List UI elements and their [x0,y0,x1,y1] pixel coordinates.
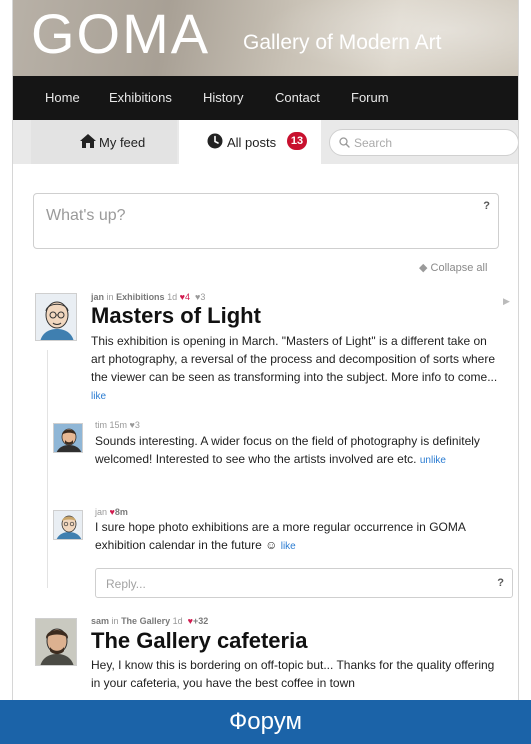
tab-my-feed-label: My feed [99,135,146,150]
site-tagline: Gallery of Modern Art [243,31,442,54]
nav-item-home[interactable]: Home [45,90,80,106]
comment-age: 15m [109,420,128,430]
post-body: This exhibition is opening in March. "Ma… [91,332,503,406]
search-input[interactable]: Search [329,129,518,156]
post-age: 1d [167,292,178,302]
like-link[interactable]: like [281,541,296,552]
main-nav: Home Exhibitions History Contact Forum [13,76,518,120]
site-header: GOMA Gallery of Modern Art [13,0,518,76]
collapse-all-label: Collapse all [430,262,488,274]
post-body-text: This exhibition is opening in March. "Ma… [91,334,498,384]
app-frame: GOMA Gallery of Modern Art Home Exhibiti… [12,0,519,700]
post-author[interactable]: jan [91,292,104,302]
unread-count-badge: 13 [287,132,307,150]
comment-meta: jan ♥8m [95,507,128,518]
post-in-word: in [111,616,119,626]
tab-my-feed[interactable]: My feed [31,120,177,164]
comment-like-count: 3 [134,420,140,430]
thread-line [47,350,48,588]
post-body: Hey, I know this is bordering on off-top… [91,658,495,690]
comment-author[interactable]: jan [95,507,107,517]
nav-item-forum[interactable]: Forum [351,90,389,106]
avatar-tim-image [54,424,82,452]
post-in-word: in [106,292,114,302]
comment-age: 8m [114,507,128,517]
unlike-link[interactable]: unlike [420,455,446,466]
reply-help-icon[interactable]: ? [497,577,504,589]
post-meta: jan in Exhibitions 1d ♥4 ♥3 [91,292,205,303]
comment-body: Sounds interesting. A wider focus on the… [95,432,507,470]
diamond-icon: ◆ [419,262,428,274]
post-heart-count: 4 [184,292,190,302]
home-icon [80,134,96,148]
nav-item-contact[interactable]: Contact [275,90,320,106]
post-author[interactable]: sam [91,616,109,626]
like-link[interactable]: like [91,391,106,402]
avatar-jan-image [36,294,76,340]
caption-bar: Форум [0,700,531,744]
avatar-jan-small[interactable] [53,510,83,540]
compose-placeholder: What's up? [46,207,126,224]
search-placeholder: Search [354,136,393,150]
nav-item-exhibitions[interactable]: Exhibitions [109,90,172,106]
compose-post-input[interactable]: What's up? ? [33,193,499,249]
tab-all-posts[interactable]: All posts 13 [179,120,321,164]
feed-tabs: My feed All posts 13 Search [13,120,518,164]
clock-icon [207,133,223,149]
post-title[interactable]: The Gallery cafeteria [91,628,307,654]
nav-item-history[interactable]: History [203,90,243,106]
avatar-jan[interactable] [35,293,77,341]
compose-help-icon[interactable]: ? [483,200,490,212]
post-category[interactable]: The Gallery [121,616,170,626]
avatar-sam-image [36,619,76,665]
tab-all-posts-label: All posts [227,135,277,150]
reply-input[interactable]: Reply... ? [95,568,513,598]
avatar-jan-small-image [54,511,82,539]
reply-placeholder: Reply... [106,577,146,591]
post-category[interactable]: Exhibitions [116,292,165,302]
post-heart-count: +32 [192,616,209,626]
caption-text: Форум [229,708,302,735]
site-logo[interactable]: GOMA [31,2,210,66]
avatar-tim[interactable] [53,423,83,453]
avatar-sam[interactable] [35,618,77,666]
post-meta: sam in The Gallery 1d ♥+32 [91,616,208,627]
search-icon [339,137,350,148]
post-like-count: 3 [200,292,206,302]
collapse-all-link[interactable]: ◆ Collapse all [419,262,487,275]
expand-arrow-icon[interactable]: ▶ [503,296,510,307]
comment-author[interactable]: tim [95,420,107,430]
post-age: 1d [172,616,183,626]
smiley-icon: ☺ [265,538,278,552]
comment-meta: tim 15m ♥3 [95,420,140,431]
comment-body: I sure hope photo exhibitions are a more… [95,518,507,556]
post-title[interactable]: Masters of Light [91,303,261,329]
